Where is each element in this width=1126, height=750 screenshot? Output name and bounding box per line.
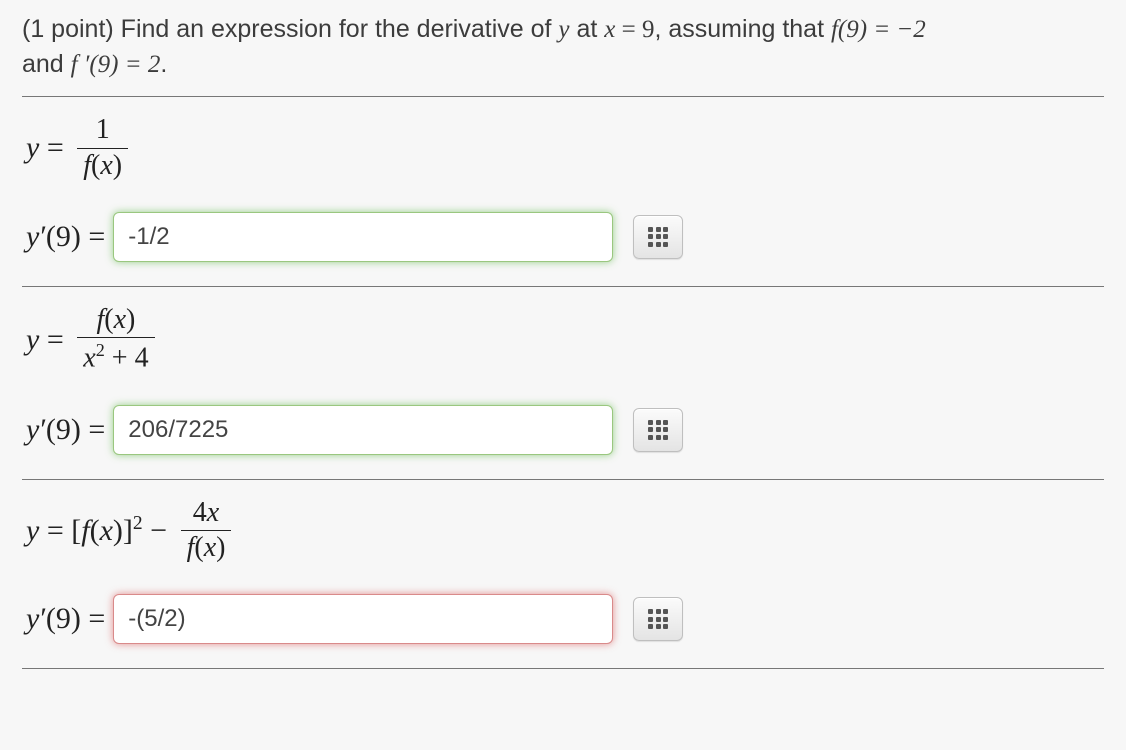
- problem-part-2: y = f(x) x2 + 4 y′(9) =: [22, 287, 1104, 480]
- problem-part-1: y = 1 f(x) y′(9) =: [22, 97, 1104, 287]
- keypad-icon: [648, 609, 668, 629]
- problem-part-3: y = [f(x)]2 − 4x f(x) y′(9) =: [22, 480, 1104, 670]
- answer-label-1: y′(9) =: [26, 220, 105, 254]
- points-label: (1 point): [22, 15, 121, 43]
- answer-row-3: y′(9) =: [26, 594, 1100, 644]
- expression-2: y = f(x) x2 + 4: [26, 305, 1100, 375]
- keypad-button-3[interactable]: [633, 597, 683, 641]
- answer-input-3[interactable]: [113, 594, 613, 644]
- keypad-button-1[interactable]: [633, 215, 683, 259]
- answer-label-2: y′(9) =: [26, 413, 105, 447]
- answer-input-1[interactable]: [113, 212, 613, 262]
- answer-label-3: y′(9) =: [26, 602, 105, 636]
- answer-row-2: y′(9) =: [26, 405, 1100, 455]
- keypad-button-2[interactable]: [633, 408, 683, 452]
- question-text: (1 point) Find an expression for the der…: [22, 12, 1104, 82]
- keypad-icon: [648, 227, 668, 247]
- expression-1: y = 1 f(x): [26, 115, 1100, 182]
- answer-input-2[interactable]: [113, 405, 613, 455]
- expression-3: y = [f(x)]2 − 4x f(x): [26, 498, 1100, 565]
- keypad-icon: [648, 420, 668, 440]
- answer-row-1: y′(9) =: [26, 212, 1100, 262]
